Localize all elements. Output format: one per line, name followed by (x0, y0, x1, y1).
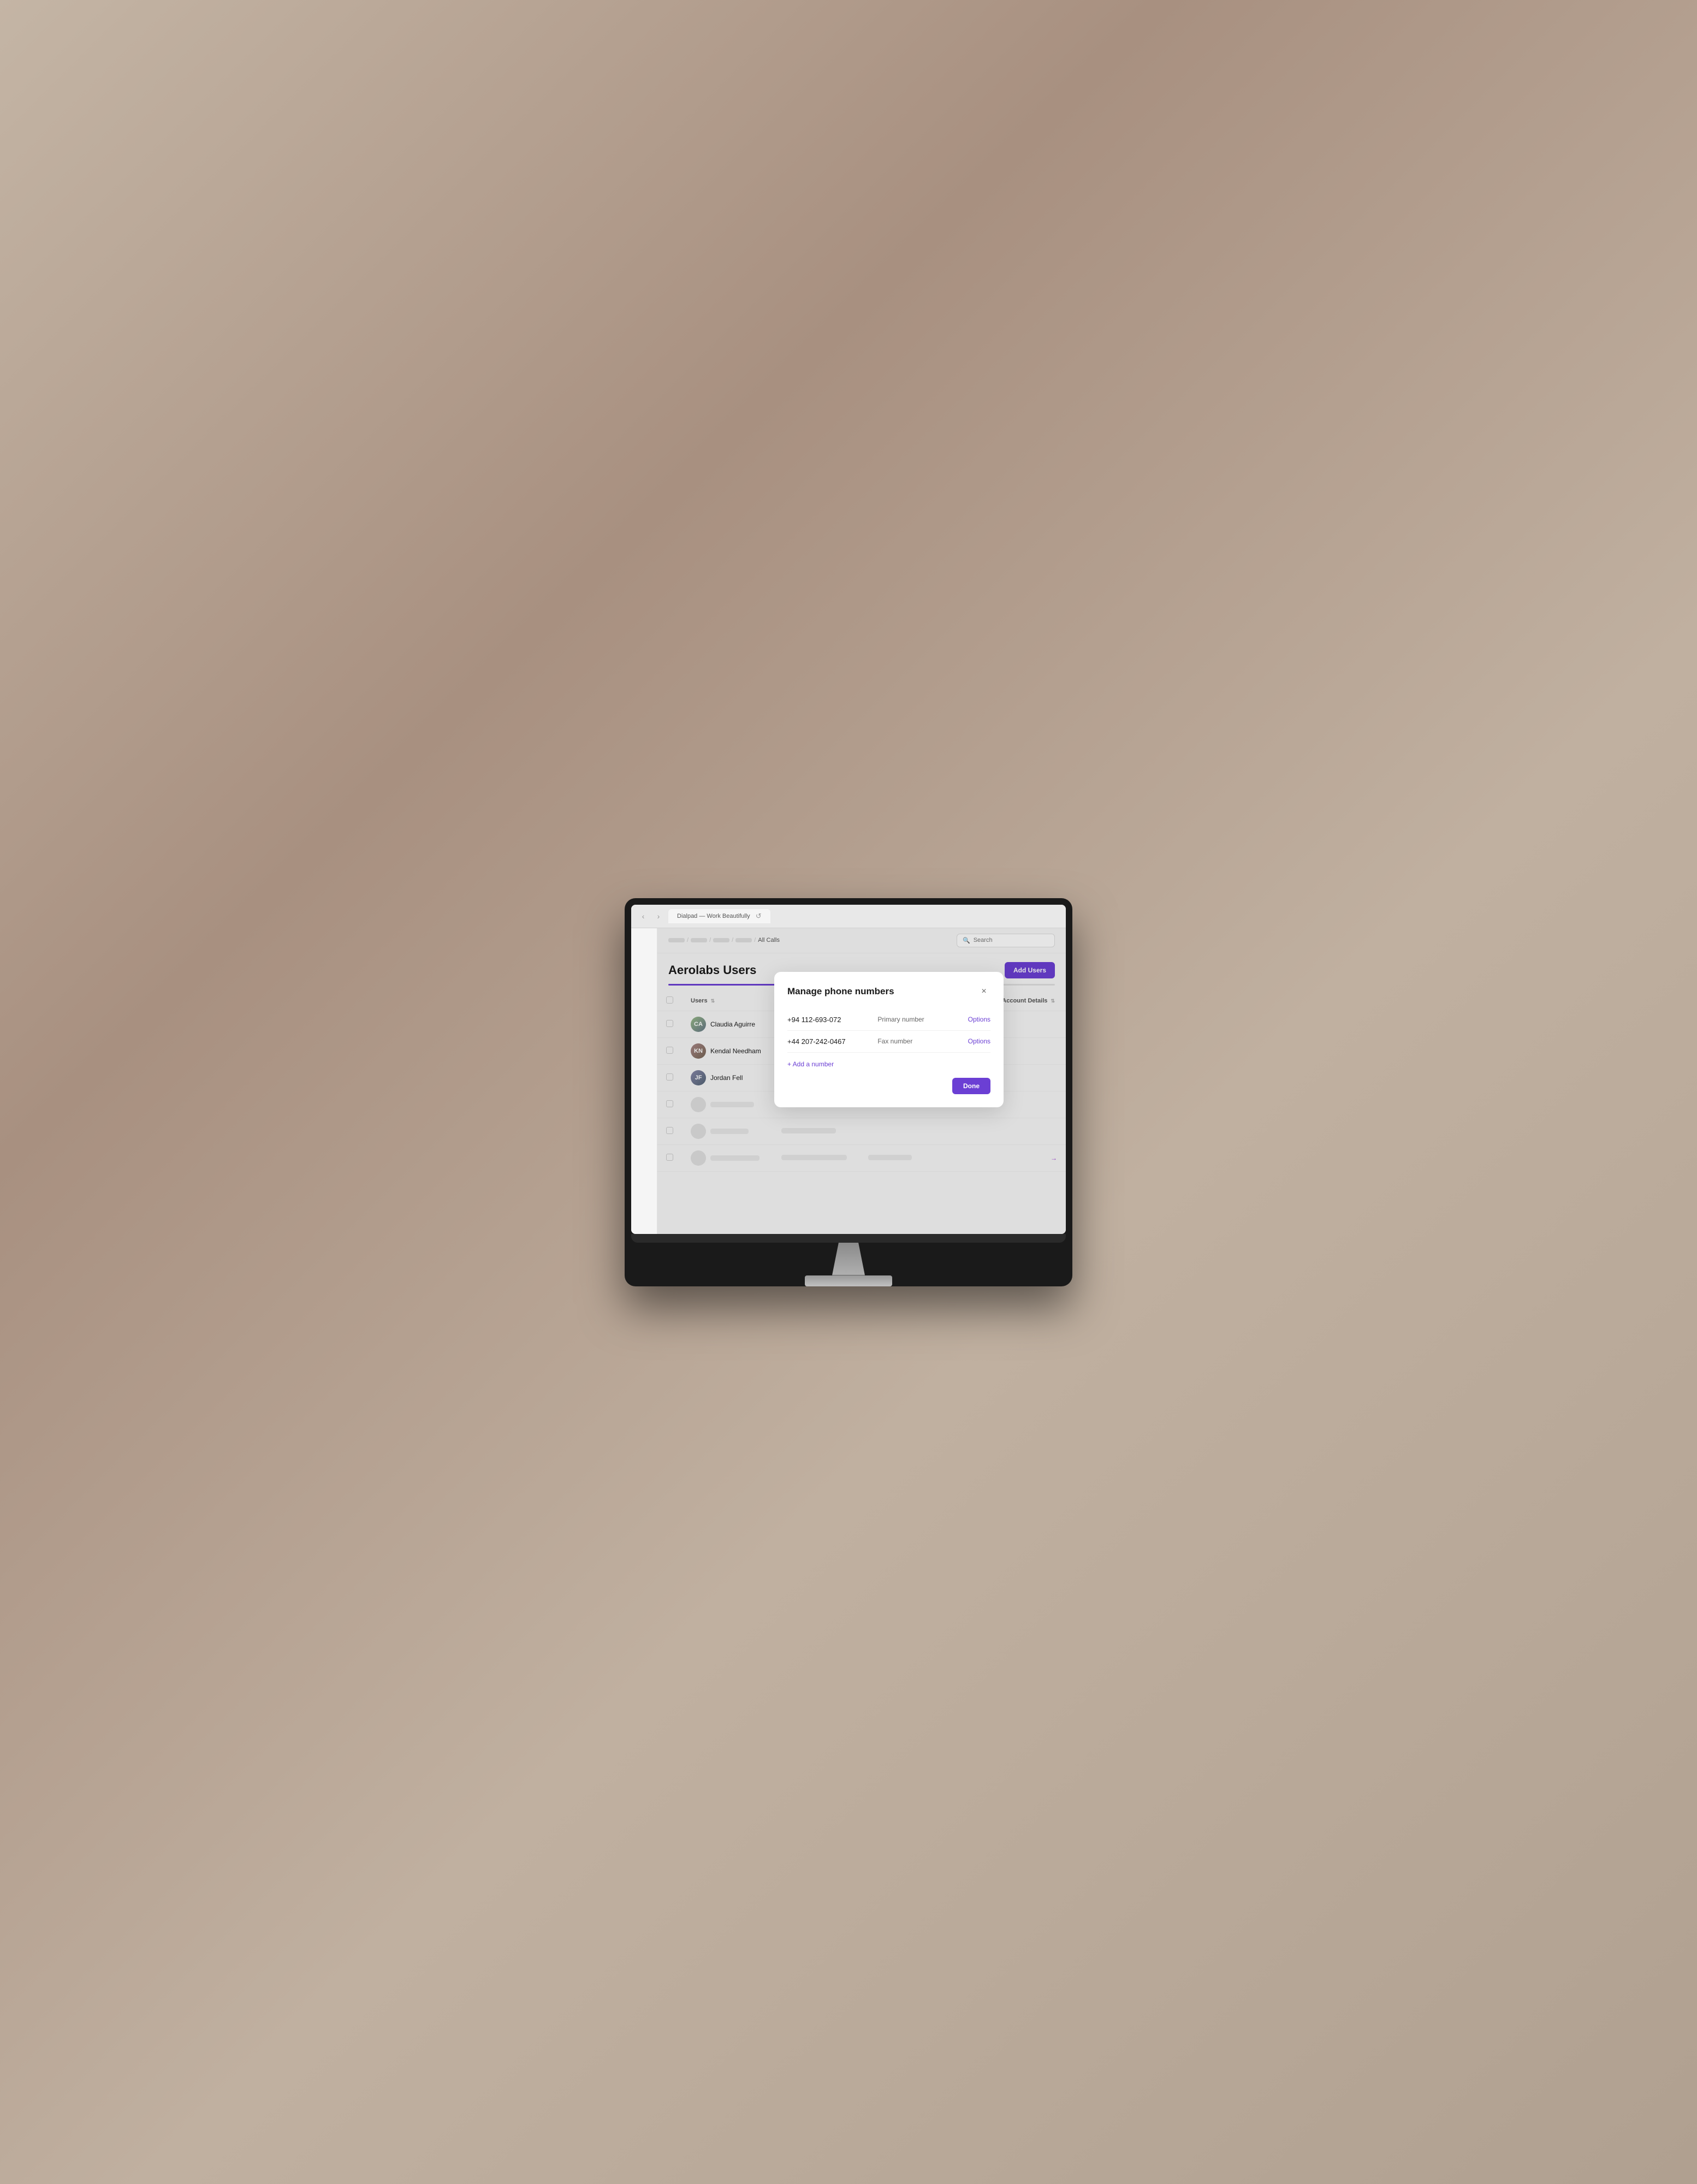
monitor-chin (631, 1234, 1066, 1243)
stand-base (805, 1275, 892, 1286)
modal: Manage phone numbers × +94 112-693-072 P… (774, 972, 1004, 1107)
modal-header: Manage phone numbers × (787, 985, 990, 998)
nav-forward-button[interactable]: › (653, 911, 664, 922)
monitor-stand-wrap (631, 1243, 1066, 1286)
browser-tab[interactable]: Dialpad — Work Beautifully ↺ (668, 909, 770, 923)
add-number-button[interactable]: + Add a number (787, 1053, 834, 1072)
modal-footer: Done (787, 1072, 990, 1094)
modal-overlay: Manage phone numbers × +94 112-693-072 P… (657, 928, 1066, 1234)
phone-type: Fax number (877, 1037, 968, 1045)
sidebar (631, 928, 657, 1234)
tab-title: Dialpad — Work Beautifully (677, 913, 750, 919)
phone-type: Primary number (877, 1016, 968, 1023)
modal-close-button[interactable]: × (977, 985, 990, 998)
phone-row: +94 112-693-072 Primary number Options (787, 1009, 990, 1031)
reload-icon[interactable]: ↺ (756, 912, 762, 921)
main-content: / / / / All Calls 🔍 (657, 928, 1066, 1234)
browser-chrome: ‹ › Dialpad — Work Beautifully ↺ (631, 905, 1066, 928)
phone-number: +94 112-693-072 (787, 1016, 877, 1024)
monitor-screen: ‹ › Dialpad — Work Beautifully ↺ / / (631, 905, 1066, 1234)
monitor-frame: ‹ › Dialpad — Work Beautifully ↺ / / (625, 898, 1072, 1286)
phone-options-link[interactable]: Options (968, 1016, 990, 1023)
phone-number: +44 207-242-0467 (787, 1037, 877, 1046)
app-layout: / / / / All Calls 🔍 (631, 928, 1066, 1234)
modal-title: Manage phone numbers (787, 986, 894, 997)
phone-row: +44 207-242-0467 Fax number Options (787, 1031, 990, 1053)
done-button[interactable]: Done (952, 1078, 990, 1094)
phone-options-link[interactable]: Options (968, 1037, 990, 1045)
nav-back-button[interactable]: ‹ (638, 911, 649, 922)
stand-neck (832, 1243, 865, 1275)
